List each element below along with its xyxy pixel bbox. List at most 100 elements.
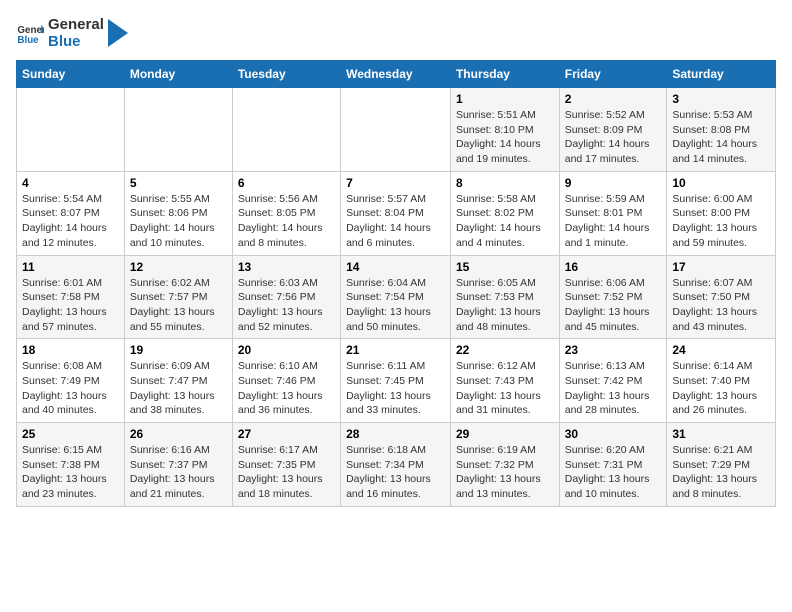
day-info: Sunrise: 6:20 AMSunset: 7:31 PMDaylight:…: [565, 443, 662, 502]
weekday-header-friday: Friday: [559, 61, 667, 88]
calendar-cell: 26Sunrise: 6:16 AMSunset: 7:37 PMDayligh…: [124, 423, 232, 507]
calendar-cell: [232, 88, 340, 172]
calendar-cell: 3 Sunrise: 5:53 AMSunset: 8:08 PMDaylight…: [667, 88, 776, 172]
calendar-table: SundayMondayTuesdayWednesdayThursdayFrid…: [16, 60, 776, 507]
day-number: 17: [672, 260, 770, 274]
calendar-header-row: SundayMondayTuesdayWednesdayThursdayFrid…: [17, 61, 776, 88]
day-info: Sunrise: 6:19 AMSunset: 7:32 PMDaylight:…: [456, 443, 554, 502]
calendar-cell: 16Sunrise: 6:06 AMSunset: 7:52 PMDayligh…: [559, 255, 667, 339]
day-info: Sunrise: 6:07 AMSunset: 7:50 PMDaylight:…: [672, 276, 770, 335]
calendar-cell: 27 Sunrise: 6:17 AMSunset: 7:35 PMDayligh…: [232, 423, 340, 507]
calendar-cell: 23 Sunrise: 6:13 AMSunset: 7:42 PMDayligh…: [559, 339, 667, 423]
weekday-header-tuesday: Tuesday: [232, 61, 340, 88]
day-number: 7: [346, 176, 445, 190]
calendar-cell: 5 Sunrise: 5:55 AMSunset: 8:06 PMDaylight…: [124, 171, 232, 255]
logo-line1: General: [48, 16, 104, 33]
calendar-cell: 24 Sunrise: 6:14 AMSunset: 7:40 PMDayligh…: [667, 339, 776, 423]
logo-icon: General Blue: [16, 19, 44, 47]
calendar-cell: 21Sunrise: 6:11 AMSunset: 7:45 PMDayligh…: [341, 339, 451, 423]
day-info: Sunrise: 6:00 AMSunset: 8:00 PMDaylight:…: [672, 192, 770, 251]
calendar-week-row: 11Sunrise: 6:01 AMSunset: 7:58 PMDayligh…: [17, 255, 776, 339]
calendar-cell: 22 Sunrise: 6:12 AMSunset: 7:43 PMDayligh…: [450, 339, 559, 423]
weekday-header-monday: Monday: [124, 61, 232, 88]
weekday-header-wednesday: Wednesday: [341, 61, 451, 88]
day-number: 27: [238, 427, 335, 441]
calendar-cell: 6 Sunrise: 5:56 AMSunset: 8:05 PMDaylight…: [232, 171, 340, 255]
day-number: 25: [22, 427, 119, 441]
svg-text:Blue: Blue: [17, 35, 39, 46]
day-info: Sunrise: 5:56 AMSunset: 8:05 PMDaylight:…: [238, 192, 335, 251]
calendar-cell: 7 Sunrise: 5:57 AMSunset: 8:04 PMDaylight…: [341, 171, 451, 255]
page-header: General Blue General Blue: [16, 16, 776, 50]
day-number: 1: [456, 92, 554, 106]
calendar-cell: 31 Sunrise: 6:21 AMSunset: 7:29 PMDayligh…: [667, 423, 776, 507]
day-info: Sunrise: 6:15 AMSunset: 7:38 PMDaylight:…: [22, 443, 119, 502]
day-info: Sunrise: 5:59 AMSunset: 8:01 PMDaylight:…: [565, 192, 662, 251]
day-number: 11: [22, 260, 119, 274]
day-info: Sunrise: 5:57 AMSunset: 8:04 PMDaylight:…: [346, 192, 445, 251]
calendar-cell: 14 Sunrise: 6:04 AMSunset: 7:54 PMDayligh…: [341, 255, 451, 339]
day-info: Sunrise: 5:51 AMSunset: 8:10 PMDaylight:…: [456, 108, 554, 167]
day-number: 29: [456, 427, 554, 441]
day-info: Sunrise: 6:08 AMSunset: 7:49 PMDaylight:…: [22, 359, 119, 418]
day-info: Sunrise: 5:53 AMSunset: 8:08 PMDaylight:…: [672, 108, 770, 167]
calendar-cell: 9Sunrise: 5:59 AMSunset: 8:01 PMDaylight…: [559, 171, 667, 255]
calendar-cell: 1 Sunrise: 5:51 AMSunset: 8:10 PMDaylight…: [450, 88, 559, 172]
calendar-cell: 30Sunrise: 6:20 AMSunset: 7:31 PMDayligh…: [559, 423, 667, 507]
day-number: 4: [22, 176, 119, 190]
day-number: 16: [565, 260, 662, 274]
day-number: 31: [672, 427, 770, 441]
day-info: Sunrise: 5:52 AMSunset: 8:09 PMDaylight:…: [565, 108, 662, 167]
calendar-cell: 18 Sunrise: 6:08 AMSunset: 7:49 PMDayligh…: [17, 339, 125, 423]
day-number: 13: [238, 260, 335, 274]
day-info: Sunrise: 6:13 AMSunset: 7:42 PMDaylight:…: [565, 359, 662, 418]
day-info: Sunrise: 6:12 AMSunset: 7:43 PMDaylight:…: [456, 359, 554, 418]
day-number: 10: [672, 176, 770, 190]
day-number: 8: [456, 176, 554, 190]
calendar-cell: 17 Sunrise: 6:07 AMSunset: 7:50 PMDayligh…: [667, 255, 776, 339]
day-number: 20: [238, 343, 335, 357]
day-info: Sunrise: 6:14 AMSunset: 7:40 PMDaylight:…: [672, 359, 770, 418]
calendar-week-row: 1 Sunrise: 5:51 AMSunset: 8:10 PMDaylight…: [17, 88, 776, 172]
day-number: 18: [22, 343, 119, 357]
calendar-cell: 11Sunrise: 6:01 AMSunset: 7:58 PMDayligh…: [17, 255, 125, 339]
calendar-cell: 15 Sunrise: 6:05 AMSunset: 7:53 PMDayligh…: [450, 255, 559, 339]
day-number: 6: [238, 176, 335, 190]
day-info: Sunrise: 6:02 AMSunset: 7:57 PMDaylight:…: [130, 276, 227, 335]
logo: General Blue General Blue: [16, 16, 128, 50]
day-number: 19: [130, 343, 227, 357]
day-info: Sunrise: 6:11 AMSunset: 7:45 PMDaylight:…: [346, 359, 445, 418]
day-info: Sunrise: 6:09 AMSunset: 7:47 PMDaylight:…: [130, 359, 227, 418]
day-info: Sunrise: 6:17 AMSunset: 7:35 PMDaylight:…: [238, 443, 335, 502]
day-info: Sunrise: 5:55 AMSunset: 8:06 PMDaylight:…: [130, 192, 227, 251]
day-number: 28: [346, 427, 445, 441]
calendar-week-row: 18 Sunrise: 6:08 AMSunset: 7:49 PMDayligh…: [17, 339, 776, 423]
day-number: 14: [346, 260, 445, 274]
calendar-cell: 4 Sunrise: 5:54 AMSunset: 8:07 PMDaylight…: [17, 171, 125, 255]
day-info: Sunrise: 6:05 AMSunset: 7:53 PMDaylight:…: [456, 276, 554, 335]
day-number: 3: [672, 92, 770, 106]
calendar-cell: 2 Sunrise: 5:52 AMSunset: 8:09 PMDaylight…: [559, 88, 667, 172]
calendar-cell: 29 Sunrise: 6:19 AMSunset: 7:32 PMDayligh…: [450, 423, 559, 507]
day-number: 2: [565, 92, 662, 106]
day-number: 15: [456, 260, 554, 274]
calendar-cell: 8Sunrise: 5:58 AMSunset: 8:02 PMDaylight…: [450, 171, 559, 255]
day-info: Sunrise: 6:04 AMSunset: 7:54 PMDaylight:…: [346, 276, 445, 335]
calendar-cell: 13Sunrise: 6:03 AMSunset: 7:56 PMDayligh…: [232, 255, 340, 339]
day-number: 24: [672, 343, 770, 357]
calendar-cell: 19 Sunrise: 6:09 AMSunset: 7:47 PMDayligh…: [124, 339, 232, 423]
calendar-cell: [124, 88, 232, 172]
weekday-header-saturday: Saturday: [667, 61, 776, 88]
day-info: Sunrise: 6:18 AMSunset: 7:34 PMDaylight:…: [346, 443, 445, 502]
weekday-header-thursday: Thursday: [450, 61, 559, 88]
calendar-week-row: 25 Sunrise: 6:15 AMSunset: 7:38 PMDayligh…: [17, 423, 776, 507]
day-number: 5: [130, 176, 227, 190]
day-info: Sunrise: 5:54 AMSunset: 8:07 PMDaylight:…: [22, 192, 119, 251]
calendar-cell: 12Sunrise: 6:02 AMSunset: 7:57 PMDayligh…: [124, 255, 232, 339]
calendar-week-row: 4 Sunrise: 5:54 AMSunset: 8:07 PMDaylight…: [17, 171, 776, 255]
day-info: Sunrise: 6:21 AMSunset: 7:29 PMDaylight:…: [672, 443, 770, 502]
day-number: 23: [565, 343, 662, 357]
day-number: 22: [456, 343, 554, 357]
logo-line2: Blue: [48, 33, 104, 50]
calendar-cell: [341, 88, 451, 172]
